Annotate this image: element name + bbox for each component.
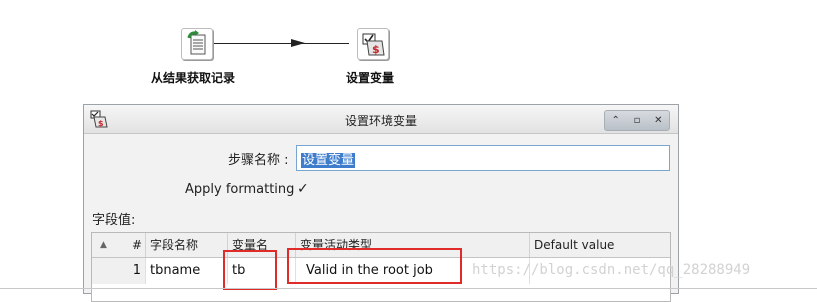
col-header-num[interactable]: # <box>128 233 146 257</box>
col-header-scope[interactable]: 变量活动类型 <box>296 233 530 257</box>
svg-text:$: $ <box>372 43 380 56</box>
step-label-set-variables: 设置变量 <box>346 71 395 85</box>
sort-icon[interactable]: ▲ <box>92 233 128 257</box>
restore-icon[interactable]: ⌃ <box>608 111 624 130</box>
col-header-var-name[interactable]: 变量名 <box>228 233 296 257</box>
close-icon[interactable]: ✕ <box>650 111 666 130</box>
step-name-label: 步骤名称 : <box>228 153 289 168</box>
col-header-field-name[interactable]: 字段名称 <box>146 233 228 257</box>
hop-arrow-icon <box>291 39 305 47</box>
apply-formatting-checkbox[interactable]: ✓ <box>297 181 309 197</box>
fields-label: 字段值: <box>92 213 136 228</box>
col-header-default-value[interactable]: Default value <box>530 233 670 257</box>
maximize-icon[interactable]: ▫ <box>629 111 645 130</box>
step-name-input[interactable]: 设置变量 <box>296 145 670 171</box>
apply-formatting-label: Apply formatting <box>185 182 295 197</box>
step-name-value: 设置变量 <box>301 153 356 168</box>
hop-line[interactable] <box>214 43 349 44</box>
table-header: ▲ # 字段名称 变量名 变量活动类型 Default value <box>92 233 670 258</box>
get-rows-from-result-icon[interactable] <box>181 28 213 60</box>
dialog-title: 设置环境变量 <box>344 114 417 128</box>
cell-field-name[interactable]: tbname <box>146 258 228 284</box>
watermark: https://blog.csdn.net/qq_28288949 <box>472 262 751 278</box>
divider <box>0 288 817 289</box>
dialog-titlebar[interactable]: $ 设置环境变量 ⌃ ▫ ✕ <box>84 105 678 134</box>
step-label-get-rows: 从结果获取记录 <box>151 71 236 85</box>
window-controls: ⌃ ▫ ✕ <box>604 110 670 131</box>
set-variables-icon[interactable]: $ <box>357 28 389 60</box>
cell-var-name[interactable]: tb <box>228 258 296 284</box>
row-number: 1 <box>92 258 146 284</box>
